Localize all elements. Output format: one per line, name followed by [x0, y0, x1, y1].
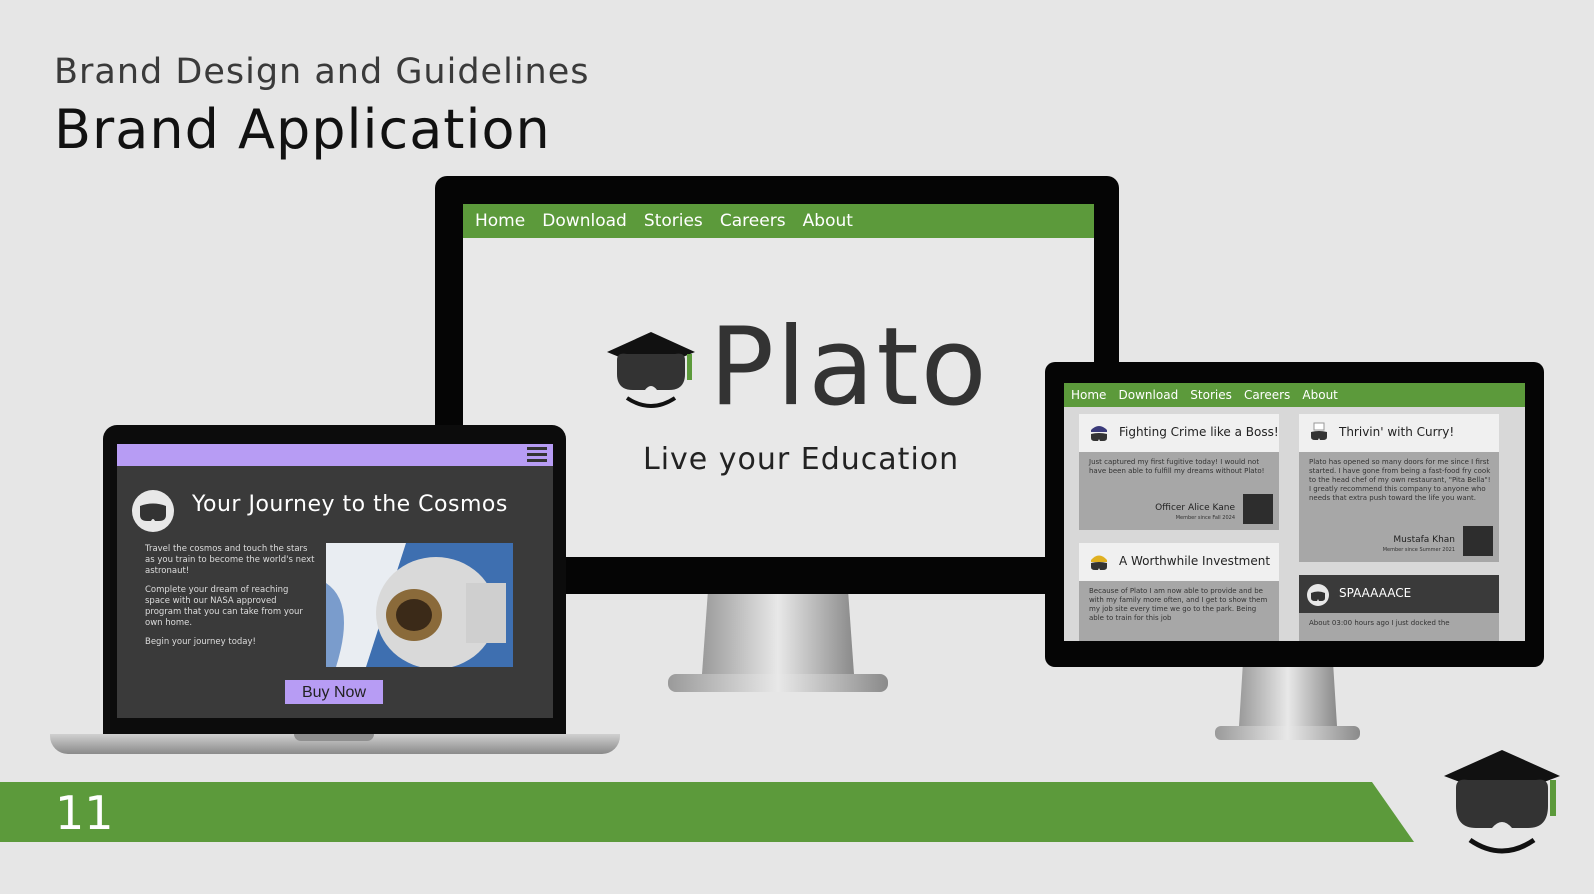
story-card[interactable]: SPAAAAACE About 03:00 hours ago I just d…	[1299, 575, 1499, 641]
author-avatar	[1463, 526, 1493, 556]
nav-home[interactable]: Home	[1071, 383, 1106, 407]
story-text: Plato has opened so many doors for me si…	[1309, 458, 1491, 503]
story-card[interactable]: Thrivin' with Curry! Plato has opened so…	[1299, 414, 1499, 562]
nav-about[interactable]: About	[803, 204, 853, 238]
secondary-nav: Home Download Stories Careers About	[1064, 383, 1525, 407]
story-author: Officer Alice Kane	[1155, 503, 1235, 513]
nav-download[interactable]: Download	[1119, 383, 1179, 407]
story-title: SPAAAAACE	[1339, 586, 1412, 600]
goggles-logo-icon	[132, 490, 174, 532]
laptop-paragraph: Travel the cosmos and touch the stars as…	[145, 544, 315, 577]
laptop-screen: Your Journey to the Cosmos Travel the co…	[117, 444, 553, 718]
nav-careers[interactable]: Careers	[720, 204, 786, 238]
desktop-nav: Home Download Stories Careers About	[463, 204, 1094, 238]
police-avatar-icon	[1091, 426, 1107, 441]
monitor-stand	[668, 590, 888, 692]
story-card-header: SPAAAAACE	[1299, 575, 1499, 613]
story-title: A Worthwhile Investment	[1119, 554, 1271, 568]
story-title: Fighting Crime like a Boss!	[1119, 425, 1279, 439]
page-number: 11	[55, 786, 114, 840]
slide-subtitle: Brand Design and Guidelines	[54, 52, 590, 92]
footer-bar	[0, 782, 1414, 842]
author-avatar	[1243, 494, 1273, 524]
nav-stories[interactable]: Stories	[644, 204, 703, 238]
story-text: About 03:00 hours ago I just docked the	[1309, 619, 1450, 627]
brand-tagline: Live your Education	[643, 442, 960, 477]
story-card[interactable]: Fighting Crime like a Boss! Just capture…	[1079, 414, 1279, 530]
astronaut-avatar-icon	[1307, 584, 1329, 606]
laptop-body-text: Travel the cosmos and touch the stars as…	[145, 544, 315, 656]
story-card-header: Fighting Crime like a Boss!	[1079, 414, 1279, 452]
astronaut-photo	[326, 543, 513, 667]
brand-name: Plato	[709, 305, 989, 430]
laptop-header-bar	[117, 444, 553, 466]
story-member-since: Member since Summer 2021	[1382, 547, 1455, 553]
nav-download[interactable]: Download	[542, 204, 627, 238]
laptop-notch	[294, 734, 374, 741]
laptop-heading: Your Journey to the Cosmos	[192, 492, 508, 517]
hamburger-menu-icon[interactable]	[527, 447, 547, 463]
story-card-header: A Worthwhile Investment	[1079, 543, 1279, 581]
story-card[interactable]: A Worthwhile Investment Because of Plato…	[1079, 543, 1279, 641]
secondary-screen: Home Download Stories Careers About Figh…	[1064, 383, 1525, 641]
story-author: Mustafa Khan	[1393, 535, 1455, 545]
nav-about[interactable]: About	[1302, 383, 1337, 407]
nav-careers[interactable]: Careers	[1244, 383, 1290, 407]
story-title: Thrivin' with Curry!	[1339, 425, 1455, 439]
story-member-since: Member since Fall 2024	[1175, 515, 1235, 521]
corner-logo-icon	[1444, 750, 1560, 854]
laptop-paragraph: Complete your dream of reaching space wi…	[145, 585, 303, 629]
tablet-monitor-stand	[1215, 662, 1360, 740]
hardhat-avatar-icon	[1091, 555, 1107, 570]
story-text: Just captured my first fugitive today! I…	[1089, 458, 1265, 476]
slide-title: Brand Application	[54, 98, 551, 161]
laptop-paragraph: Begin your journey today!	[145, 637, 256, 648]
story-text: Because of Plato I am now able to provid…	[1089, 587, 1268, 623]
stories-grid: Fighting Crime like a Boss! Just capture…	[1064, 407, 1525, 641]
plato-logo-icon	[607, 332, 695, 408]
buy-now-button[interactable]: Buy Now	[285, 680, 383, 704]
nav-stories[interactable]: Stories	[1190, 383, 1232, 407]
nav-home[interactable]: Home	[475, 204, 525, 238]
chef-avatar-icon	[1311, 422, 1327, 440]
story-card-header: Thrivin' with Curry!	[1299, 414, 1499, 452]
